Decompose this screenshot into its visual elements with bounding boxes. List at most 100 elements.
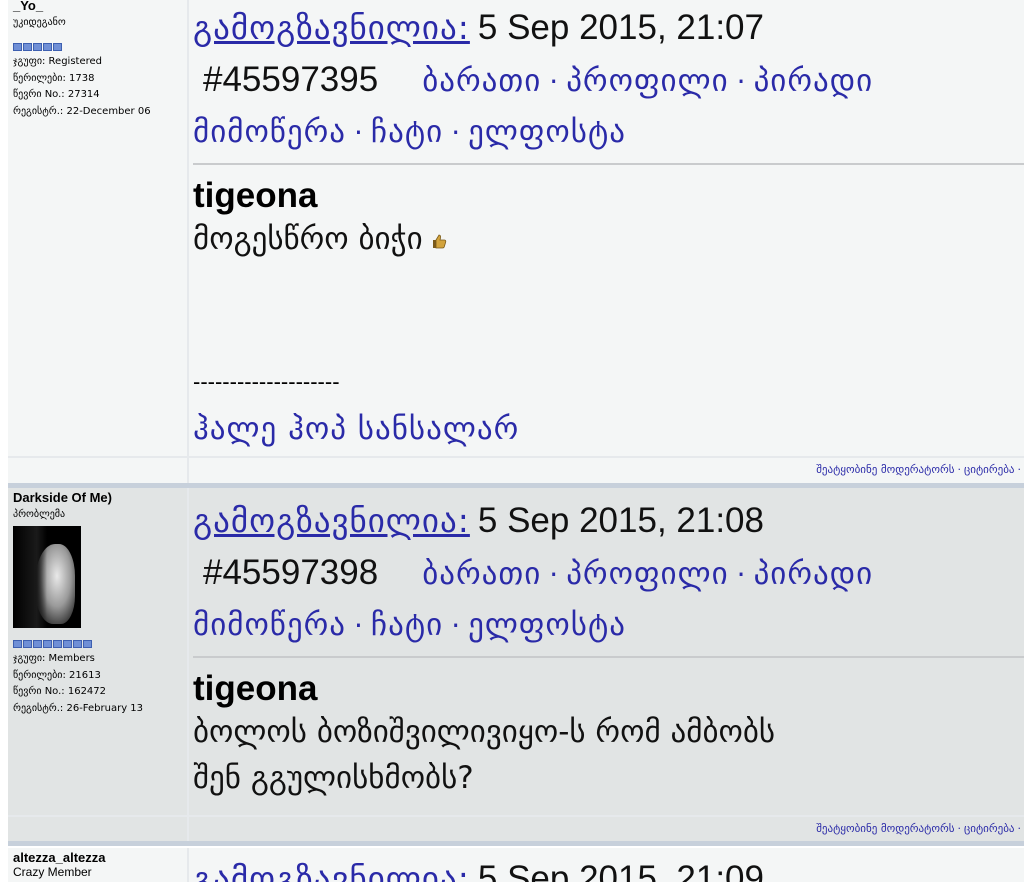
post-permalink[interactable]: გამოგზავნილია: [193, 501, 470, 540]
message-text: მოგესწრო ბიჭი [193, 216, 1024, 262]
post-header: გამოგზავნილია: 5 Sep 2015, 21:07 #4559739… [189, 2, 1024, 157]
header-divider [193, 163, 1024, 165]
post-number: #45597398 [203, 553, 379, 592]
signature-separator: -------------------- [193, 369, 340, 394]
user-registered: რეგისტრ.: 22-December 06 [13, 105, 151, 117]
post-permalink[interactable]: გამოგზავნილია: [193, 859, 470, 882]
separator-dot: · [549, 558, 559, 591]
separator-dot: · [451, 116, 461, 149]
rank-star-icon [63, 640, 72, 648]
post: _Yo_ უკიდეგანო ჯგუფი: Registered წერილებ… [8, 0, 1024, 483]
post-datetime: 5 Sep 2015, 21:09 [477, 859, 764, 882]
separator-dot: · [549, 65, 559, 98]
separator-dot: · [1017, 822, 1022, 835]
separator-dot: · [957, 822, 962, 835]
card-link[interactable]: ბარათი [422, 556, 541, 592]
rank-star-icon [53, 640, 62, 648]
private-link[interactable]: პირადი [754, 63, 874, 99]
rank-star-icon [23, 640, 32, 648]
sidebar-footer [8, 815, 187, 840]
separator-dot: · [1017, 463, 1022, 476]
thumbs-up-icon [432, 234, 446, 248]
chat-link[interactable]: ჩატი [371, 607, 443, 643]
rank-star-icon [13, 43, 22, 51]
quoted-author: tigeona [193, 669, 318, 708]
message-line: შენ გგულისხმობს? [193, 760, 474, 796]
post-permalink[interactable]: გამოგზავნილია: [193, 8, 470, 47]
separator-dot: · [736, 65, 746, 98]
post-content: გამოგზავნილია: 5 Sep 2015, 21:07 #4559739… [189, 0, 1024, 483]
message-line: ბოლოს ბოზიშვილივიყო-ს რომ ამბობს [193, 714, 776, 750]
rank-stars [13, 43, 187, 51]
report-moderator-link[interactable]: შეატყობინე მოდერატორს [816, 463, 954, 476]
private-link[interactable]: პირადი [754, 556, 874, 592]
post-separator [8, 841, 1024, 846]
post-footer: შეატყობინე მოდერატორს · ციტირება · [189, 456, 1024, 481]
post-number: #45597395 [203, 60, 379, 99]
username[interactable]: Darkside Of Me) [13, 490, 187, 506]
post-body: tigeona მოგესწრო ბიჭი [189, 176, 1024, 262]
separator-dot: · [354, 116, 363, 149]
post: altezza_altezza Crazy Member გამოგზავნილ… [8, 848, 1024, 882]
post-content: გამოგზავნილია: 5 Sep 2015, 21:08 #4559739… [189, 488, 1024, 841]
user-info-panel: Darkside Of Me) პრობლემა ჯგუფი: Members … [8, 488, 187, 841]
avatar-shadow [13, 526, 47, 628]
user-member-number: წევრი No.: 162472 [13, 686, 107, 697]
user-group: ჯგუფი: Registered [13, 56, 103, 67]
sidebar-footer [8, 456, 187, 481]
user-group: ჯგუფი: Members [13, 653, 95, 664]
quoted-author: tigeona [193, 176, 318, 215]
report-moderator-link[interactable]: შეატყობინე მოდერატორს [816, 822, 954, 835]
rank-star-icon [73, 640, 82, 648]
messages-link[interactable]: მიმოწერა [193, 114, 346, 150]
profile-link[interactable]: პროფილი [566, 556, 728, 592]
post: Darkside Of Me) პრობლემა ჯგუფი: Members … [8, 488, 1024, 841]
user-post-count: წერილები: 1738 [13, 72, 95, 84]
post-content: გამოგზავნილია: 5 Sep 2015, 21:09 [189, 848, 1024, 882]
email-link[interactable]: ელფოსტა [468, 114, 626, 150]
separator-dot: · [736, 558, 746, 591]
post-header: გამოგზავნილია: 5 Sep 2015, 21:09 [189, 853, 1024, 882]
rank-star-icon [43, 43, 52, 51]
separator-dot: · [957, 463, 962, 476]
profile-link[interactable]: პროფილი [566, 63, 728, 99]
post-body: tigeona ბოლოს ბოზიშვილივიყო-ს რომ ამბობს… [189, 669, 1024, 801]
avatar[interactable] [13, 526, 81, 628]
separator-dot: · [354, 609, 363, 642]
post-footer: შეატყობინე მოდერატორს · ციტირება · [189, 815, 1024, 840]
message-line: მოგესწრო ბიჭი [193, 221, 423, 257]
user-title: უკიდეგანო [13, 17, 66, 28]
rank-star-icon [33, 640, 42, 648]
post-header: გამოგზავნილია: 5 Sep 2015, 21:08 #4559739… [189, 495, 1024, 650]
post-datetime: 5 Sep 2015, 21:07 [477, 8, 764, 47]
chat-link[interactable]: ჩატი [371, 114, 443, 150]
user-info-panel: _Yo_ უკიდეგანო ჯგუფი: Registered წერილებ… [8, 0, 187, 483]
quote-link[interactable]: ციტირება [964, 463, 1015, 476]
user-meta: ჯგუფი: Registered წერილები: 1738 წევრი N… [13, 54, 187, 120]
rank-star-icon [83, 640, 92, 648]
user-member-number: წევრი No.: 27314 [13, 89, 100, 100]
signature-text: ჰალე ჰოპ სანსალარ [193, 411, 520, 447]
rank-star-icon [43, 640, 52, 648]
rank-star-icon [33, 43, 42, 51]
username[interactable]: _Yo_ [13, 0, 187, 14]
card-link[interactable]: ბარათი [422, 63, 541, 99]
quote-link[interactable]: ციტირება [964, 822, 1015, 835]
rank-stars [13, 640, 187, 648]
user-registered: რეგისტრ.: 26-February 13 [13, 702, 144, 714]
user-title: პრობლემა [13, 509, 66, 520]
user-meta: ჯგუფი: Members წერილები: 21613 წევრი No.… [13, 651, 187, 717]
user-title: Crazy Member [13, 865, 92, 879]
username[interactable]: altezza_altezza [13, 850, 187, 866]
header-divider [193, 656, 1024, 658]
email-link[interactable]: ელფოსტა [468, 607, 626, 643]
rank-star-icon [13, 640, 22, 648]
post-datetime: 5 Sep 2015, 21:08 [477, 501, 764, 540]
user-info-panel: altezza_altezza Crazy Member [8, 848, 187, 882]
separator-dot: · [451, 609, 461, 642]
signature: -------------------- ჰალე ჰოპ სანსალარ [189, 371, 1024, 453]
rank-star-icon [53, 43, 62, 51]
messages-link[interactable]: მიმოწერა [193, 607, 346, 643]
rank-star-icon [23, 43, 32, 51]
user-post-count: წერილები: 21613 [13, 669, 101, 681]
